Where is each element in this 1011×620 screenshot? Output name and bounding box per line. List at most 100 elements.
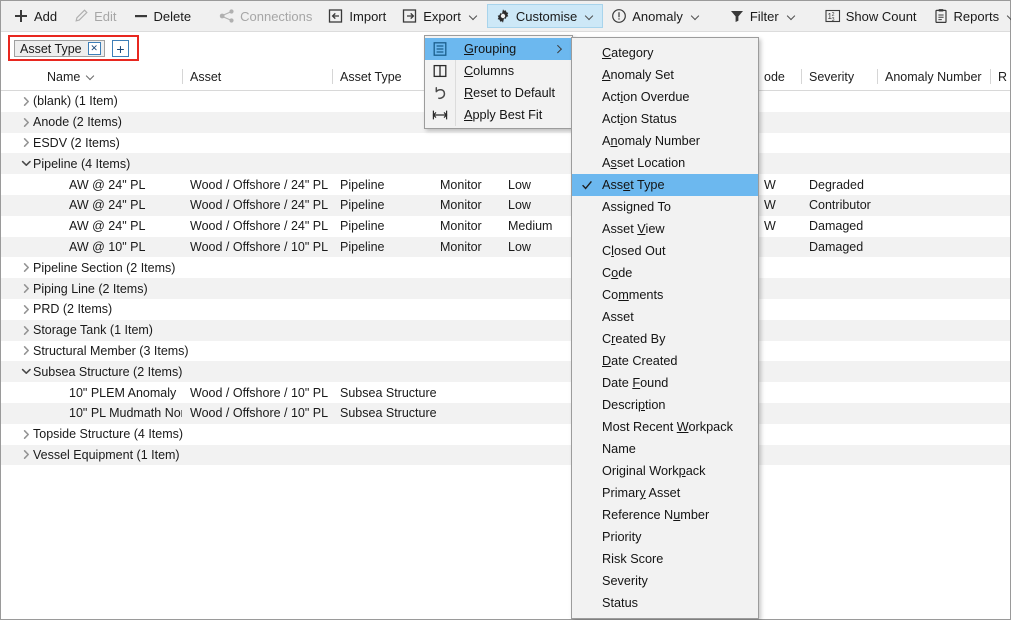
group-row[interactable]: Storage Tank (1 Item) bbox=[1, 319, 1010, 341]
column-header-r[interactable]: R bbox=[990, 63, 1010, 90]
toolbar-button-export[interactable]: Export bbox=[394, 4, 487, 28]
grouping-item-description[interactable]: Description bbox=[572, 394, 758, 416]
group-row[interactable]: Piping Line (2 Items) bbox=[1, 278, 1010, 299]
table-row[interactable]: AW @ 24" PL Wood / Offshore / 24" PL Pipel… bbox=[1, 174, 1010, 195]
grouping-item-name[interactable]: Name bbox=[572, 438, 758, 460]
group-row[interactable]: Structural Member (3 Items) bbox=[1, 341, 1010, 362]
chevron-right-icon[interactable] bbox=[19, 278, 33, 299]
table-row[interactable]: AW @ 24" PL Wood / Offshore / 24" PL Pipel… bbox=[1, 194, 1010, 216]
chevron-right-icon[interactable] bbox=[19, 341, 33, 362]
chevron-right-icon[interactable] bbox=[19, 445, 33, 466]
grouping-item-asset[interactable]: Asset bbox=[572, 306, 758, 328]
grouping-item-created-by[interactable]: Created By bbox=[572, 328, 758, 350]
chevron-right-icon[interactable] bbox=[19, 257, 33, 278]
grouping-item-action-status[interactable]: Action Status bbox=[572, 108, 758, 130]
chevron-right-icon[interactable] bbox=[554, 45, 562, 53]
menu-item-apply-best-fit[interactable]: Apply Best Fit bbox=[425, 104, 572, 126]
group-row[interactable]: PRD (2 Items) bbox=[1, 299, 1010, 320]
chevron-right-icon[interactable] bbox=[19, 91, 33, 112]
column-header-asset-type[interactable]: Asset Type bbox=[332, 63, 432, 90]
grouping-item-anomaly-set[interactable]: Anomaly Set bbox=[572, 64, 758, 86]
group-row[interactable]: Pipeline Section (2 Items) bbox=[1, 257, 1010, 278]
grouping-item-assigned-to[interactable]: Assigned To bbox=[572, 196, 758, 218]
grouping-item-label: Anomaly Number bbox=[602, 134, 701, 148]
table-row[interactable]: AW @ 24" PL Wood / Offshore / 24" PL Pipel… bbox=[1, 216, 1010, 237]
chevron-right-icon[interactable] bbox=[19, 299, 33, 320]
toolbar-button-reports[interactable]: Reports bbox=[925, 4, 1011, 28]
table-row[interactable]: 10" PL Mudmath North Wood / Offshore / 10… bbox=[1, 402, 1010, 424]
grouping-item-priority[interactable]: Priority bbox=[572, 526, 758, 548]
grouping-icon bbox=[425, 38, 456, 60]
toolbar-button-customise[interactable]: Customise bbox=[486, 4, 604, 28]
menu-item-label: Reset to Default bbox=[464, 86, 555, 100]
chevron-down-icon[interactable] bbox=[692, 12, 701, 21]
chevron-right-icon[interactable] bbox=[19, 424, 33, 445]
group-by-chip-asset-type[interactable]: Asset Type ✕ bbox=[14, 40, 105, 57]
table-row[interactable]: 10" PLEM Anomaly Wood / Offshore / 10" PL… bbox=[1, 382, 1010, 403]
toolbar-button-delete[interactable]: Delete bbox=[125, 4, 200, 28]
grouping-item-asset-view[interactable]: Asset View bbox=[572, 218, 758, 240]
undo-icon bbox=[425, 82, 456, 104]
toolbar-button-filter[interactable]: Filter bbox=[721, 4, 805, 28]
column-header-asset[interactable]: Asset bbox=[182, 63, 332, 90]
grouping-item-action-overdue[interactable]: Action Overdue bbox=[572, 86, 758, 108]
menu-item-grouping[interactable]: Grouping bbox=[425, 38, 572, 60]
toolbar-button-anomaly[interactable]: Anomaly bbox=[603, 4, 709, 28]
column-header-anomaly-number[interactable]: Anomaly Number bbox=[877, 63, 990, 90]
grouping-item-date-found[interactable]: Date Found bbox=[572, 372, 758, 394]
grouping-item-primary-asset[interactable]: Primary Asset bbox=[572, 482, 758, 504]
chevron-right-icon[interactable] bbox=[19, 112, 33, 133]
grouping-item-original-workpack[interactable]: Original Workpack bbox=[572, 460, 758, 482]
menu-item-reset-to-default[interactable]: Reset to Default bbox=[425, 82, 572, 104]
grouping-item-most-recent-workpack[interactable]: Most Recent Workpack bbox=[572, 416, 758, 438]
column-header-name[interactable]: Name bbox=[39, 63, 182, 90]
plus-icon[interactable]: + bbox=[112, 40, 129, 57]
toolbar-button-edit[interactable]: Edit bbox=[65, 4, 124, 28]
menu-item-label: Grouping bbox=[464, 42, 517, 56]
grouping-item-category[interactable]: Category bbox=[572, 42, 758, 64]
chevron-down-icon[interactable] bbox=[788, 12, 797, 21]
exclamation-circle-icon bbox=[611, 8, 627, 24]
cell-status: Degraded bbox=[809, 177, 864, 192]
group-row[interactable]: Topside Structure (4 Items) bbox=[1, 424, 1010, 445]
group-row[interactable]: Subsea Structure (2 Items) bbox=[1, 361, 1010, 383]
toolbar-button-label: Customise bbox=[515, 8, 578, 24]
group-row[interactable]: Vessel Equipment (1 Item) bbox=[1, 444, 1010, 466]
grouping-item-anomaly-number[interactable]: Anomaly Number bbox=[572, 130, 758, 152]
anomaly-grid-window: Add Edit Delete Connections Import Export Cust… bbox=[0, 0, 1011, 620]
grouping-item-status[interactable]: Status bbox=[572, 592, 758, 614]
chevron-right-icon[interactable] bbox=[19, 133, 33, 154]
chevron-down-icon[interactable] bbox=[19, 153, 33, 174]
close-icon[interactable]: ✕ bbox=[87, 42, 101, 55]
table-row[interactable]: AW @ 10" PL Wood / Offshore / 10" PL Pipel… bbox=[1, 236, 1010, 258]
column-header-severity[interactable]: Severity bbox=[801, 63, 877, 90]
grouping-item-risk-score[interactable]: Risk Score bbox=[572, 548, 758, 570]
grouping-item-label: Comments bbox=[602, 288, 664, 302]
grouping-item-code[interactable]: Code bbox=[572, 262, 758, 284]
group-row-label: Storage Tank (1 Item) bbox=[33, 323, 153, 338]
group-row[interactable]: ESDV (2 Items) bbox=[1, 133, 1010, 154]
grouping-item-asset-location[interactable]: Asset Location bbox=[572, 152, 758, 174]
grouping-item-reference-number[interactable]: Reference Number bbox=[572, 504, 758, 526]
toolbar-button-show-count[interactable]: 1 2 3 Show Count bbox=[817, 4, 925, 28]
toolbar-button-add[interactable]: Add bbox=[5, 4, 65, 28]
pencil-icon bbox=[73, 8, 89, 24]
toolbar-button-label: Anomaly bbox=[632, 8, 683, 24]
grouping-item-severity[interactable]: Severity bbox=[572, 570, 758, 592]
grouping-item-asset-type[interactable]: Asset Type bbox=[572, 174, 758, 196]
chevron-down-icon[interactable] bbox=[19, 361, 33, 382]
toolbar-button-connections[interactable]: Connections bbox=[211, 4, 320, 28]
grouping-item-comments[interactable]: Comments bbox=[572, 284, 758, 306]
group-row-label: Vessel Equipment (1 Item) bbox=[33, 447, 180, 462]
toolbar-button-label: Connections bbox=[240, 8, 313, 24]
menu-item-columns[interactable]: Columns bbox=[425, 60, 572, 82]
grouping-item-closed-out[interactable]: Closed Out bbox=[572, 240, 758, 262]
chevron-down-icon[interactable] bbox=[586, 12, 595, 21]
chevron-right-icon[interactable] bbox=[19, 320, 33, 341]
group-row[interactable]: Pipeline (4 Items) bbox=[1, 153, 1010, 175]
column-header-ode[interactable]: ode bbox=[756, 63, 801, 90]
chevron-down-icon[interactable] bbox=[87, 72, 96, 81]
chevron-down-icon[interactable] bbox=[470, 12, 479, 21]
grouping-item-date-created[interactable]: Date Created bbox=[572, 350, 758, 372]
toolbar-button-import[interactable]: Import bbox=[320, 4, 394, 28]
